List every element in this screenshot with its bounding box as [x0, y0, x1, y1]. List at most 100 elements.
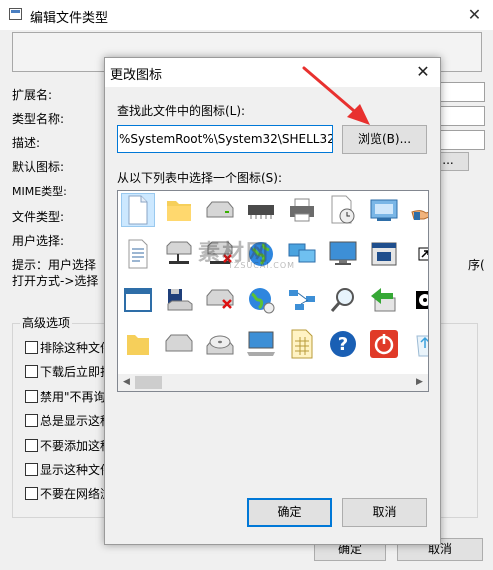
- icon-option[interactable]: [286, 238, 318, 270]
- network-sharing-icon: [287, 240, 317, 268]
- advanced-option-checkbox[interactable]: 总是显示这种: [25, 412, 112, 429]
- grid-document-icon: [289, 329, 315, 359]
- world-network-icon: [246, 285, 276, 315]
- icon-option[interactable]: [368, 328, 400, 360]
- icon-option[interactable]: [122, 284, 154, 316]
- checkbox-box[interactable]: [25, 439, 38, 452]
- advanced-option-label: 显示这种文件: [40, 463, 113, 477]
- advanced-option-label: 禁用"不再询: [40, 390, 106, 404]
- disc-drive-icon: [205, 330, 235, 358]
- floppy-drive-icon: [165, 286, 193, 314]
- checkbox-box[interactable]: [25, 414, 38, 427]
- shortcut-icon: [415, 244, 428, 264]
- icon-option[interactable]: [368, 284, 400, 316]
- icon-option[interactable]: [286, 194, 318, 226]
- icon-option[interactable]: [163, 284, 195, 316]
- cancel-button[interactable]: 取消: [342, 498, 427, 527]
- icon-option[interactable]: [245, 284, 277, 316]
- description-field[interactable]: [440, 130, 485, 150]
- icon-option[interactable]: ?: [327, 328, 359, 360]
- icon-option[interactable]: [204, 194, 236, 226]
- icon-option[interactable]: [163, 238, 195, 270]
- scroll-right-arrow-icon[interactable]: ▶: [411, 374, 428, 391]
- icon-file-path-input[interactable]: %SystemRoot%\System32\SHELL32.dll: [117, 125, 333, 153]
- background-close-button[interactable]: ✕: [456, 0, 493, 30]
- icon-option[interactable]: [327, 284, 359, 316]
- checkbox-box[interactable]: [25, 463, 38, 476]
- icon-option[interactable]: [409, 328, 428, 360]
- network-drive-icon: [164, 240, 194, 268]
- user-choice-label: 用户选择:: [12, 234, 65, 248]
- change-icon-dialog: 更改图标 ✕ 查找此文件中的图标(L): %SystemRoot%\System…: [104, 57, 441, 545]
- advanced-option-checkbox[interactable]: 显示这种文件: [25, 461, 112, 478]
- icon-option[interactable]: [286, 328, 318, 360]
- file-type-label: 文件类型:: [12, 210, 65, 224]
- type-name-label: 类型名称:: [12, 112, 65, 126]
- hint-line-1: 提示：用户选择: [12, 258, 97, 272]
- icon-list[interactable]: ? ◀ ▶: [117, 190, 429, 392]
- horizontal-scrollbar[interactable]: ◀ ▶: [118, 374, 428, 391]
- window-frame-icon: [123, 287, 153, 313]
- icon-option[interactable]: [122, 238, 154, 270]
- help-icon: ?: [328, 329, 358, 359]
- ok-button[interactable]: 确定: [247, 498, 332, 527]
- computer-icon: [246, 330, 276, 358]
- icon-option[interactable]: [368, 194, 400, 226]
- extension-label: 扩展名:: [12, 88, 53, 102]
- description-label: 描述:: [12, 136, 41, 150]
- text-document-icon: [126, 239, 150, 269]
- advanced-option-checkbox[interactable]: 不要在网络浏: [25, 485, 112, 502]
- icon-option[interactable]: [368, 238, 400, 270]
- find-icons-label: 查找此文件中的图标(L):: [117, 104, 246, 118]
- dialog-title-bar: 更改图标: [105, 58, 440, 87]
- icon-option[interactable]: [327, 194, 359, 226]
- icon-option[interactable]: [245, 328, 277, 360]
- scroll-left-arrow-icon[interactable]: ◀: [118, 374, 135, 391]
- icon-option[interactable]: [409, 238, 428, 270]
- advanced-option-checkbox[interactable]: 排除这种文件: [25, 339, 112, 356]
- icon-option[interactable]: [327, 238, 359, 270]
- checkbox-box[interactable]: [25, 487, 38, 500]
- icon-option[interactable]: [409, 284, 428, 316]
- window-display-icon: [369, 197, 399, 223]
- icon-option[interactable]: [122, 328, 154, 360]
- icon-option[interactable]: [245, 194, 277, 226]
- checkbox-box[interactable]: [25, 341, 38, 354]
- icon-option[interactable]: [121, 193, 155, 227]
- icon-option[interactable]: [163, 194, 195, 226]
- advanced-option-label: 排除这种文件: [40, 341, 113, 355]
- drive-remove-icon: [205, 288, 235, 312]
- advanced-option-checkbox[interactable]: 禁用"不再询: [25, 388, 106, 405]
- icon-option[interactable]: [163, 328, 195, 360]
- app-window-icon: [9, 8, 22, 20]
- icon-option[interactable]: [204, 284, 236, 316]
- icon-option[interactable]: [286, 284, 318, 316]
- extension-field[interactable]: [440, 82, 485, 102]
- advanced-option-checkbox[interactable]: 下载后立即打: [25, 363, 112, 380]
- dialog-close-button[interactable]: ✕: [410, 60, 436, 84]
- icon-option[interactable]: [245, 238, 277, 270]
- run-arrow-icon: [369, 286, 399, 314]
- browse-button[interactable]: 浏览(B)...: [342, 125, 427, 154]
- power-icon: [369, 329, 399, 359]
- checkbox-box[interactable]: [25, 365, 38, 378]
- folder-small-icon: [125, 331, 151, 357]
- globe-icon: [246, 239, 276, 269]
- default-icon-label: 默认图标:: [12, 160, 65, 174]
- advanced-option-label: 下载后立即打: [40, 365, 113, 379]
- monitor-icon: [328, 240, 358, 268]
- mime-type-label: MIME类型:: [12, 185, 67, 198]
- checkbox-box[interactable]: [25, 390, 38, 403]
- application-window-icon: [370, 241, 398, 267]
- clock-document-icon: [329, 195, 357, 225]
- icon-option[interactable]: [409, 194, 428, 226]
- icon-option[interactable]: [204, 238, 236, 270]
- hard-drive-icon: [164, 333, 194, 355]
- sharing-hand-icon: [410, 198, 428, 222]
- advanced-option-checkbox[interactable]: 不要添加这种: [25, 437, 112, 454]
- icon-option[interactable]: [204, 328, 236, 360]
- icon-list-label: 从以下列表中选择一个图标(S):: [117, 171, 283, 185]
- scrollbar-thumb[interactable]: [135, 376, 162, 389]
- magnifier-icon: [329, 286, 357, 314]
- type-name-field[interactable]: [440, 106, 485, 126]
